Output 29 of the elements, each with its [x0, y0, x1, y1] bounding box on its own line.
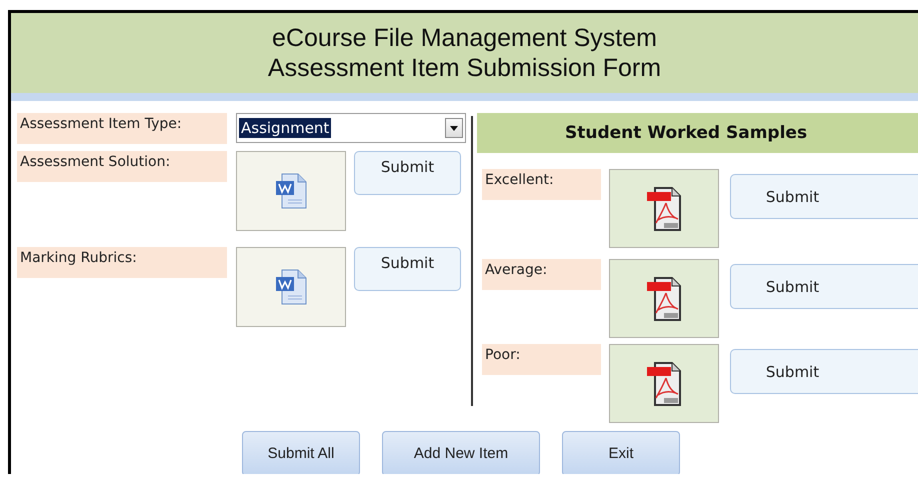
file-thumbnail[interactable]	[609, 169, 719, 248]
field-label: Assessment Solution:	[17, 151, 227, 182]
submit-button[interactable]: Submit	[354, 247, 461, 291]
field-label: Excellent:	[482, 169, 601, 200]
form-title: eCourse File Management System	[272, 23, 657, 53]
file-thumbnail[interactable]	[609, 259, 719, 338]
field-label: Assessment Item Type:	[17, 113, 227, 144]
word-document-icon	[274, 268, 308, 306]
pdf-document-icon	[646, 186, 682, 232]
file-thumbnail[interactable]	[609, 344, 719, 423]
pdf-document-icon	[646, 276, 682, 322]
item-type-dropdown[interactable]: Assignment	[236, 113, 466, 143]
file-thumbnail[interactable]	[236, 151, 346, 231]
field-label: Average:	[482, 259, 601, 290]
action-button[interactable]: Exit	[562, 431, 680, 474]
field-label: Marking Rubrics:	[17, 247, 227, 278]
submit-button[interactable]: Submit	[730, 264, 918, 309]
section-heading: Student Worked Samples	[477, 113, 918, 153]
action-button[interactable]: Submit All	[242, 431, 360, 474]
word-document-icon	[274, 172, 308, 210]
pdf-document-icon	[646, 360, 682, 406]
field-label: Poor:	[482, 344, 601, 375]
submit-button[interactable]: Submit	[354, 151, 461, 195]
file-thumbnail[interactable]	[236, 247, 346, 327]
submit-button[interactable]: Submit	[730, 349, 918, 394]
form-subtitle: Assessment Item Submission Form	[268, 53, 662, 83]
dropdown-arrow-icon	[450, 126, 458, 130]
action-button[interactable]: Add New Item	[382, 431, 540, 474]
submit-button[interactable]: Submit	[730, 174, 918, 219]
